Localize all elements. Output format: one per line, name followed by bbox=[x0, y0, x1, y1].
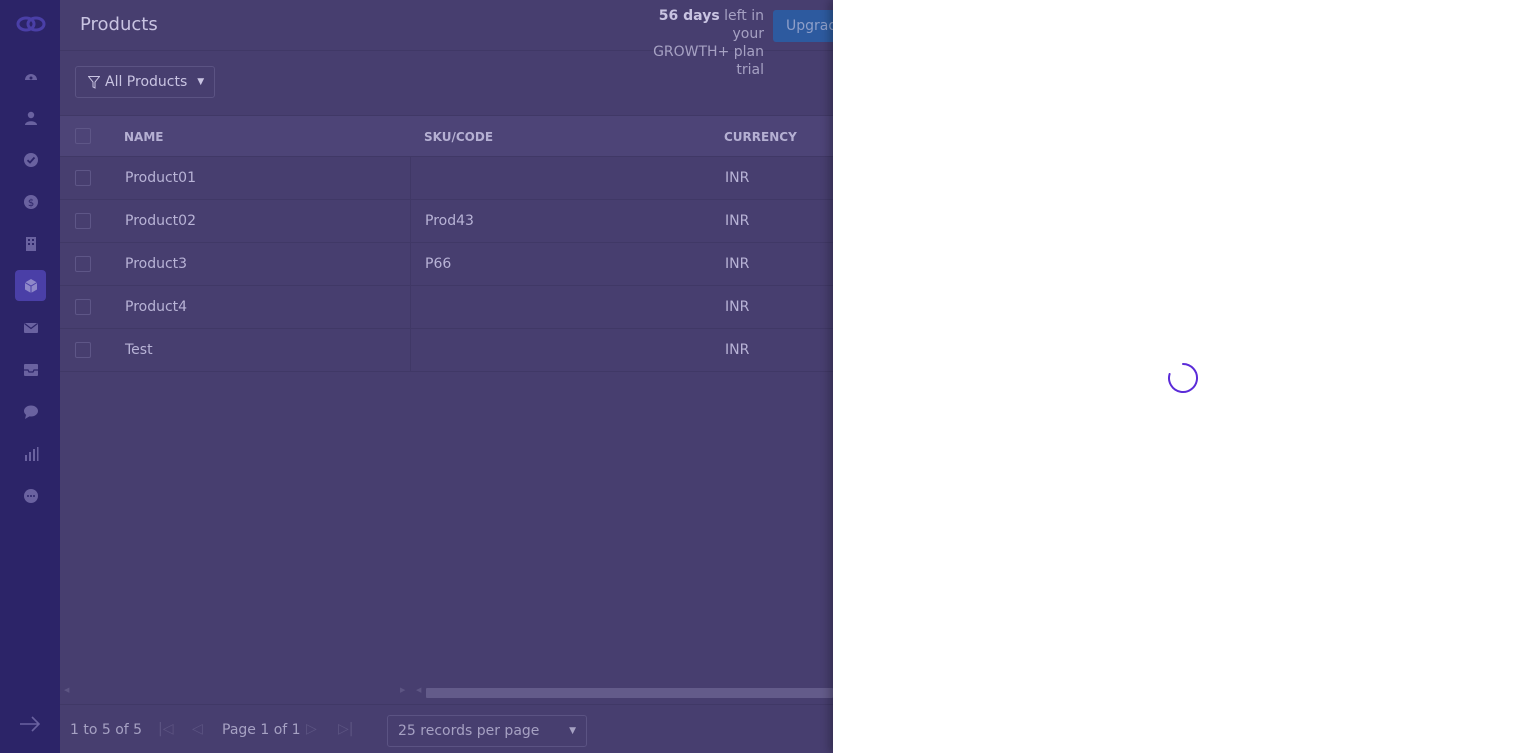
inbox-icon bbox=[23, 363, 38, 376]
last-page-icon[interactable]: ▷| bbox=[338, 721, 353, 737]
table-header: NAME SKU/CODE CURRENCY bbox=[60, 115, 833, 157]
dashboard-icon bbox=[24, 73, 37, 80]
bar-chart-icon bbox=[24, 446, 38, 461]
column-divider bbox=[410, 243, 411, 285]
table-row[interactable]: Test INR bbox=[60, 329, 833, 372]
nav-inbox[interactable] bbox=[15, 354, 46, 385]
caret-down-icon: ▼ bbox=[569, 726, 576, 736]
nav-contacts[interactable] bbox=[15, 102, 46, 133]
expand-sidebar-icon[interactable] bbox=[18, 713, 42, 735]
column-header-currency[interactable]: CURRENCY bbox=[724, 130, 797, 144]
nav-more[interactable] bbox=[15, 480, 46, 511]
filter-icon bbox=[88, 75, 100, 89]
products-table: NAME SKU/CODE CURRENCY Product01 INR Pro… bbox=[60, 115, 833, 372]
nav-reports[interactable] bbox=[15, 438, 46, 469]
column-divider bbox=[410, 286, 411, 328]
product-currency: INR bbox=[725, 256, 750, 272]
nav-companies[interactable] bbox=[15, 228, 46, 259]
trial-notice: 56 days left in your GROWTH+ plan trial bbox=[630, 7, 764, 79]
nav-dashboard[interactable] bbox=[15, 60, 46, 91]
filter-dropdown[interactable]: All Products ▼ bbox=[75, 66, 215, 98]
loading-spinner-icon bbox=[1168, 363, 1198, 393]
record-range: 1 to 5 of 5 bbox=[70, 722, 143, 738]
column-divider bbox=[410, 329, 411, 371]
product-name[interactable]: Product02 bbox=[125, 213, 196, 229]
filter-label: All Products bbox=[105, 74, 188, 90]
cube-icon bbox=[24, 278, 37, 293]
trial-days: 56 days bbox=[658, 8, 720, 24]
nav-chat[interactable] bbox=[15, 396, 46, 427]
svg-text:$: $ bbox=[27, 198, 33, 209]
row-checkbox[interactable] bbox=[75, 342, 91, 358]
table-row[interactable]: Product01 INR bbox=[60, 157, 833, 200]
product-name[interactable]: Product01 bbox=[125, 170, 196, 186]
chat-icon bbox=[23, 405, 38, 419]
side-panel bbox=[833, 0, 1533, 753]
horizontal-scrollbar[interactable]: ◀ ▶ ◀ bbox=[60, 684, 833, 700]
product-currency: INR bbox=[725, 170, 750, 186]
column-divider bbox=[410, 157, 411, 199]
page-indicator: Page 1 of 1 bbox=[222, 722, 301, 738]
person-icon bbox=[24, 111, 37, 125]
dollar-icon: $ bbox=[23, 194, 38, 209]
sidebar: $ bbox=[0, 0, 60, 753]
product-sku: Prod43 bbox=[425, 213, 474, 229]
building-icon bbox=[25, 236, 36, 251]
scroll-left-icon[interactable]: ◀ bbox=[416, 686, 421, 694]
column-divider bbox=[410, 200, 411, 242]
product-currency: INR bbox=[725, 342, 750, 358]
scrollbar-thumb[interactable] bbox=[426, 688, 833, 698]
scroll-right-icon[interactable]: ▶ bbox=[400, 686, 405, 694]
main-content: Products 56 days left in your GROWTH+ pl… bbox=[60, 0, 833, 753]
trial-plan: GROWTH+ plan trial bbox=[653, 44, 764, 78]
upgrade-button[interactable]: Upgrade bbox=[773, 10, 833, 42]
records-per-page-select[interactable]: 25 records per page ▼ bbox=[387, 715, 587, 747]
column-header-name[interactable]: NAME bbox=[124, 130, 163, 144]
logo-icon[interactable] bbox=[16, 15, 46, 33]
mail-icon bbox=[23, 322, 38, 333]
row-checkbox[interactable] bbox=[75, 213, 91, 229]
next-page-icon[interactable]: ▷ bbox=[306, 721, 317, 737]
header: Products 56 days left in your GROWTH+ pl… bbox=[60, 0, 833, 78]
more-icon bbox=[23, 488, 38, 503]
product-name[interactable]: Product3 bbox=[125, 256, 187, 272]
scroll-left-icon[interactable]: ◀ bbox=[64, 686, 69, 694]
table-row[interactable]: Product3 P66 INR bbox=[60, 243, 833, 286]
nav-products[interactable] bbox=[15, 270, 46, 301]
row-checkbox[interactable] bbox=[75, 256, 91, 272]
product-currency: INR bbox=[725, 299, 750, 315]
product-name[interactable]: Test bbox=[125, 342, 153, 358]
table-row[interactable]: Product02 Prod43 INR bbox=[60, 200, 833, 243]
table-row[interactable]: Product4 INR bbox=[60, 286, 833, 329]
row-checkbox[interactable] bbox=[75, 299, 91, 315]
column-header-sku[interactable]: SKU/CODE bbox=[424, 130, 493, 144]
prev-page-icon[interactable]: ◁ bbox=[192, 721, 203, 737]
product-name[interactable]: Product4 bbox=[125, 299, 187, 315]
caret-down-icon: ▼ bbox=[197, 77, 205, 87]
nav-email[interactable] bbox=[15, 312, 46, 343]
nav-deals[interactable]: $ bbox=[15, 186, 46, 217]
pagination-bar: 1 to 5 of 5 |◁ ◁ Page 1 of 1 ▷ ▷| 25 rec… bbox=[60, 704, 833, 753]
trial-text: left in your bbox=[719, 8, 764, 42]
row-checkbox[interactable] bbox=[75, 170, 91, 186]
product-sku: P66 bbox=[425, 256, 452, 272]
check-circle-icon bbox=[23, 152, 38, 167]
per-page-label: 25 records per page bbox=[398, 723, 540, 739]
first-page-icon[interactable]: |◁ bbox=[158, 721, 173, 737]
page-title: Products bbox=[80, 14, 158, 35]
nav-tasks[interactable] bbox=[15, 144, 46, 175]
product-currency: INR bbox=[725, 213, 750, 229]
select-all-checkbox[interactable] bbox=[75, 128, 91, 144]
